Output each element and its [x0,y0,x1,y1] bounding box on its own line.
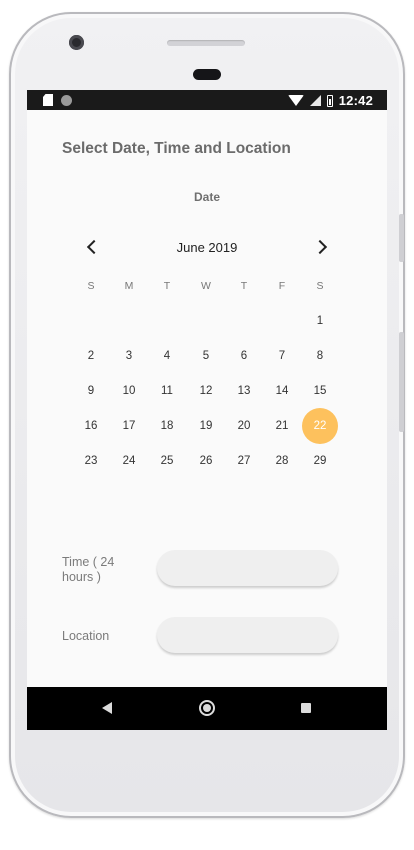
calendar-day[interactable]: 28 [264,443,300,479]
time-input[interactable] [157,550,338,586]
calendar-header: June 2019 [77,238,337,258]
status-right: 12:42 [287,93,373,108]
battery-icon [326,94,333,107]
calendar-day[interactable]: 14 [264,373,300,409]
calendar-day[interactable]: 9 [73,373,109,409]
app-screen: 12:42 Select Date, Time and Location Dat… [27,90,387,730]
calendar-day[interactable]: 23 [73,443,109,479]
wifi-icon [287,95,304,106]
back-icon[interactable] [102,702,112,714]
location-label: Location [62,629,110,643]
weekday-label: W [201,280,211,292]
calendar-day[interactable]: 10 [111,373,147,409]
calendar-day[interactable]: 26 [188,443,224,479]
calendar-day[interactable]: 1 [302,303,338,339]
calendar-day[interactable]: 16 [73,408,109,444]
status-bar: 12:42 [27,90,387,110]
calendar-day[interactable]: 25 [149,443,185,479]
weekday-label: S [316,280,324,292]
earpiece-speaker [167,40,245,46]
calendar-day[interactable]: 11 [149,373,185,409]
calendar-day[interactable]: 20 [226,408,262,444]
calendar-day[interactable]: 12 [188,373,224,409]
circle-icon [61,94,72,106]
calendar-day[interactable]: 27 [226,443,262,479]
date-section-label: Date [193,190,220,204]
location-input[interactable] [157,617,338,653]
calendar-day[interactable]: 18 [149,408,185,444]
page-title: Select Date, Time and Location [62,140,291,157]
calendar-day[interactable]: 6 [226,338,262,374]
calendar-day-selected[interactable]: 22 [302,408,338,444]
calendar-day[interactable]: 8 [302,338,338,374]
calendar-day[interactable]: 29 [302,443,338,479]
volume-button [399,332,404,432]
weekday-label: M [124,280,134,292]
calendar-day[interactable]: 17 [111,408,147,444]
calendar-day[interactable]: 7 [264,338,300,374]
calendar-day[interactable]: 3 [111,338,147,374]
calendar-day[interactable]: 5 [188,338,224,374]
calendar-day[interactable]: 13 [226,373,262,409]
weekday-label: T [163,280,171,292]
proximity-sensor [193,69,221,80]
signal-icon [309,95,321,106]
navigation-bar [27,687,387,730]
recents-icon[interactable] [301,703,311,713]
status-clock: 12:42 [338,93,373,108]
status-left [43,94,72,106]
calendar-day[interactable]: 21 [264,408,300,444]
calendar-day[interactable]: 24 [111,443,147,479]
calendar-month-label: June 2019 [176,240,238,255]
calendar-day[interactable]: 2 [73,338,109,374]
time-label: Time ( 24 hours ) [62,555,115,584]
weekday-label: T [240,280,248,292]
weekday-label: F [278,280,286,292]
calendar-day[interactable]: 19 [188,408,224,444]
calendar-day[interactable]: 15 [302,373,338,409]
weekday-label: S [87,280,95,292]
sd-card-icon [43,94,53,106]
home-icon[interactable] [199,700,215,716]
power-button [399,214,404,262]
front-camera [69,35,84,50]
calendar-day[interactable]: 4 [149,338,185,374]
